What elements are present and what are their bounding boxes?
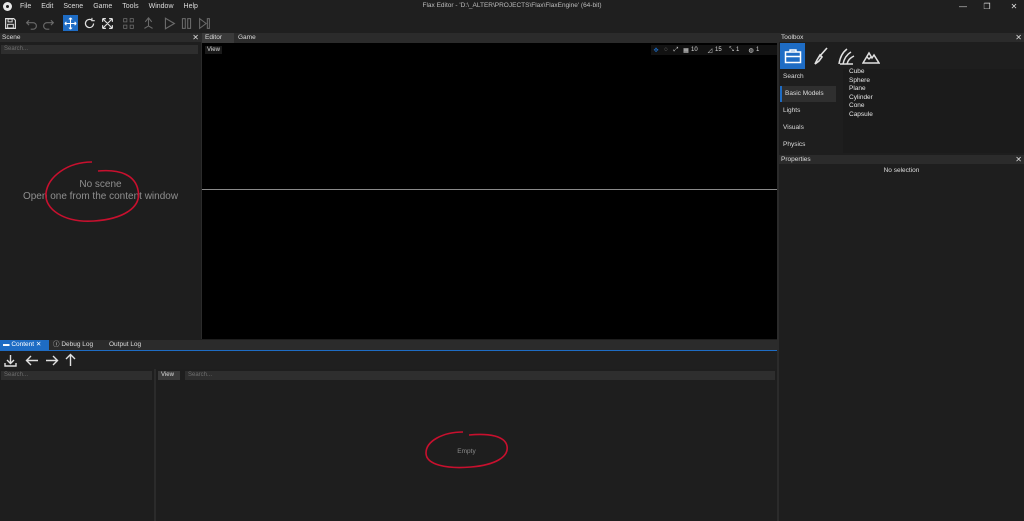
properties-header: Properties ✕ [779,155,1024,164]
model-item-plane[interactable]: Plane [849,85,866,93]
content-tree-search-input[interactable]: Search... [1,371,152,380]
angle-snap-icon[interactable]: ◿ [705,47,715,54]
toolbox-category-physics[interactable]: Physics [780,137,836,153]
undo-icon[interactable] [24,15,39,31]
content-toolbar [0,351,777,369]
toolbox-category-visuals[interactable]: Visuals [780,120,836,136]
properties-panel: Properties ✕ No selection [779,155,1024,521]
model-item-sphere[interactable]: Sphere [849,77,870,85]
redo-icon[interactable] [41,15,56,31]
tab-game[interactable]: Game [235,33,265,43]
close-toolbox-icon[interactable]: ✕ [1015,33,1022,42]
model-item-capsule[interactable]: Capsule [849,111,873,119]
no-selection-message: No selection [883,167,920,174]
toolbox-paint-tab[interactable] [807,43,832,69]
scene-search-input[interactable]: Search... [1,45,198,54]
toolbox-foliage-tab[interactable] [833,43,858,69]
info-icon: ⓘ [53,341,60,348]
minimize-button[interactable]: — [957,1,969,12]
gizmo-translate-toggle-icon[interactable]: ✥ [651,47,661,54]
right-splitter[interactable] [777,33,779,521]
toolbox-category-basic-models[interactable]: Basic Models [780,86,836,102]
pause-icon[interactable] [179,15,194,31]
tab-debug-log[interactable]: ⓘ Debug Log [50,340,105,350]
scene-panel-title: Scene [2,34,21,41]
main-toolbar [0,13,1024,33]
save-icon[interactable] [3,15,18,31]
forward-arrow-icon[interactable] [45,354,59,367]
up-arrow-icon[interactable] [64,353,77,367]
annotation-circle-content [425,431,508,469]
terrain-icon [861,51,880,64]
back-arrow-icon[interactable] [25,354,39,367]
grid-snap-value[interactable]: 10 [691,47,705,53]
tab-content[interactable]: ▬ Content ✕ [0,340,49,350]
viewport-horizon-line [202,189,777,190]
close-properties-icon[interactable]: ✕ [1015,155,1022,164]
close-content-tab-icon[interactable]: ✕ [36,341,41,348]
folder-icon: ▬ [3,341,10,348]
content-view-button[interactable]: View [158,371,180,380]
model-item-cube[interactable]: Cube [849,68,865,76]
angle-snap-value[interactable]: 15 [715,47,727,53]
step-icon[interactable] [197,15,212,31]
close-window-button[interactable]: ✕ [1008,1,1020,12]
scene-panel-header: Scene ✕ [0,33,201,42]
toolbox-category-lights[interactable]: Lights [780,103,836,119]
scale-snap-value[interactable]: 1 [736,47,746,53]
pivot-icon[interactable] [141,15,156,31]
scale-gizmo-icon[interactable] [100,15,115,31]
toolbox-title: Toolbox [781,34,804,41]
tab-debug-log-label: Debug Log [61,341,94,348]
foliage-icon [837,48,854,65]
viewport-tab-strip: Editor Game [202,33,777,43]
paint-brush-icon [813,47,828,65]
translate-gizmo-icon[interactable] [63,15,78,31]
model-item-cone[interactable]: Cone [849,102,865,110]
grid-snap-icon[interactable]: ▦ [681,47,691,54]
toolbox-spawn-tab[interactable] [780,43,805,69]
rotate-gizmo-icon[interactable] [82,15,97,31]
title-bar: File Edit Scene Game Tools Window Help F… [0,0,1024,13]
camera-speed-value[interactable]: 1 [756,47,764,53]
tab-editor[interactable]: Editor [202,33,234,43]
model-item-cylinder[interactable]: Cylinder [849,94,873,102]
viewport-widgets: ✥ ◌ ⤢ ▦ 10 ◿ 15 ⤡ 1 ◍ 1 [651,45,777,55]
window-title: Flax Editor - 'D:\_ALTER\PROJECTS\Flax\F… [422,2,602,9]
close-scene-panel-icon[interactable]: ✕ [192,33,199,42]
viewport-view-button[interactable]: View [205,46,222,54]
scale-snap-icon[interactable]: ⤡ [727,47,736,54]
viewport[interactable] [202,43,777,339]
import-icon[interactable] [4,354,17,367]
scene-panel: Scene ✕ Search... No scene Open one from… [0,33,201,339]
toolbox-terrain-tab[interactable] [858,43,883,69]
content-view: View Search... Empty [156,369,777,521]
content-search-input[interactable]: Search... [185,371,775,380]
annotation-circle-scene [45,161,140,222]
play-icon[interactable] [162,15,177,31]
snap-icon[interactable] [121,15,136,31]
gizmo-scale-toggle-icon[interactable]: ⤢ [671,47,681,54]
gizmo-rotate-toggle-icon[interactable]: ◌ [661,47,671,53]
briefcase-icon [784,49,801,64]
properties-title: Properties [781,156,811,163]
content-tree: Search... [0,369,154,521]
camera-speed-icon[interactable]: ◍ [746,47,756,54]
tab-content-label: Content [11,341,35,348]
bottom-tab-strip: ▬ Content ✕ ⓘ Debug Log Output Log [0,340,777,350]
toolbox-category-search[interactable]: Search [780,69,836,85]
tab-output-log[interactable]: Output Log [106,340,156,350]
toolbox-header: Toolbox ✕ [779,33,1024,42]
maximize-button[interactable]: ❐ [981,1,993,12]
